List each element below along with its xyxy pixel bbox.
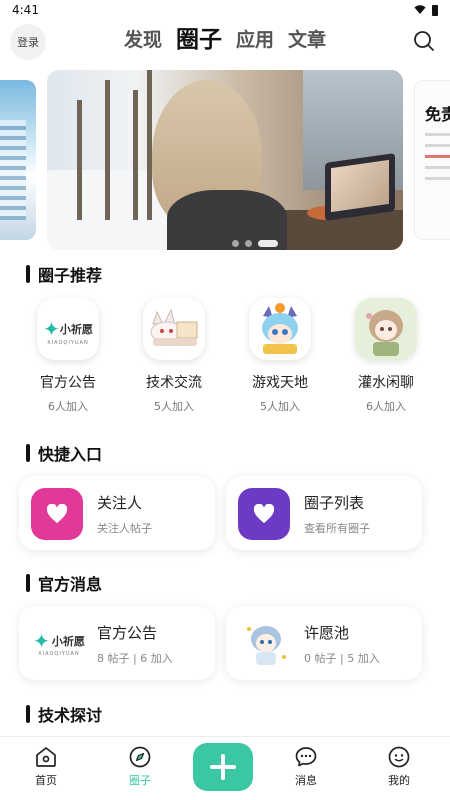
next-slide-title: 免责 [425, 105, 450, 124]
heart-icon [238, 488, 290, 540]
nav-label: 我的 [388, 774, 410, 787]
wifi-icon [414, 5, 426, 14]
add-post-button[interactable] [193, 743, 253, 791]
banner-next-slide[interactable]: 免责 [414, 80, 450, 240]
nav-label: 消息 [295, 774, 317, 787]
compass-icon [129, 746, 151, 768]
battery-icon [432, 4, 438, 16]
shortcut-card-following[interactable]: 关注人 关注人帖子 [19, 476, 215, 550]
card-subtitle: 关注人帖子 [97, 522, 152, 535]
app-screen: 4:41 登录 发现 圈子 应用 文章 免 圈子推荐 ✦ 小祈愿 XIAOQIY… [0, 0, 450, 800]
section-tech-header: 技术探讨 [26, 702, 102, 726]
circle-member-count: 6人加入 [366, 400, 406, 413]
home-icon [36, 747, 56, 767]
card-subtitle: 8 帖子 | 6 加入 [97, 652, 173, 665]
card-title: 官方公告 [97, 624, 158, 642]
profile-icon [388, 746, 410, 768]
nav-circles[interactable]: 圈子 [110, 745, 170, 788]
logo-subtext: XIAOQIYUAN [47, 340, 89, 346]
search-icon[interactable] [412, 29, 436, 53]
official-logo: ✦ 小祈愿 XIAOQIYUAN [31, 618, 87, 670]
section-title: 技术探讨 [38, 706, 103, 725]
card-title: 许愿池 [304, 624, 350, 642]
banner-carousel[interactable]: 免责 [0, 70, 450, 250]
circle-member-count: 5人加入 [260, 400, 300, 413]
anime-girl-avatar-icon [355, 298, 417, 360]
tab-apps[interactable]: 应用 [236, 26, 274, 54]
tab-articles[interactable]: 文章 [288, 26, 326, 54]
banner-prev-slide[interactable] [0, 80, 36, 240]
nav-messages[interactable]: 消息 [276, 745, 336, 788]
sparkle-icon: ✦ [43, 317, 60, 341]
logo-text: 小祈愿 [59, 323, 93, 336]
circle-name: 灌水闲聊 [358, 375, 414, 391]
bottom-nav-bar: 首页 圈子 消息 我的 [0, 736, 450, 800]
circle-name: 技术交流 [146, 375, 202, 391]
anime-chibi-avatar-icon [247, 626, 286, 665]
section-title: 官方消息 [38, 575, 103, 594]
section-title: 快捷入口 [38, 445, 103, 464]
pagination-dot-active [258, 240, 278, 247]
status-bar: 4:41 [0, 0, 450, 20]
section-bar [26, 265, 30, 283]
pagination-dot [245, 240, 252, 247]
section-title: 圈子推荐 [38, 266, 103, 285]
banner-image[interactable] [47, 70, 403, 250]
official-card-wish-pool[interactable]: 许愿池 0 帖子 | 5 加入 [226, 606, 422, 680]
wish-pool-avatar [238, 618, 294, 670]
card-subtitle: 查看所有圈子 [304, 522, 370, 535]
circle-avatar [143, 298, 205, 360]
circle-avatar: ✦ 小祈愿 XIAOQIYUAN [37, 298, 99, 360]
circle-avatar [249, 298, 311, 360]
section-recommend-header: 圈子推荐 [26, 262, 102, 286]
card-title: 关注人 [97, 494, 143, 512]
top-header: 登录 发现 圈子 应用 文章 [0, 20, 450, 64]
banner-pagination [232, 240, 278, 247]
circle-member-count: 6人加入 [48, 400, 88, 413]
circle-name: 官方公告 [40, 375, 96, 391]
pagination-dot [232, 240, 239, 247]
circle-item-official[interactable]: ✦ 小祈愿 XIAOQIYUAN 官方公告 6人加入 [15, 298, 121, 414]
circle-item-games[interactable]: 游戏天地 5人加入 [227, 298, 333, 414]
anime-fox-avatar-icon [150, 308, 198, 346]
circle-item-chat[interactable]: 灌水闲聊 6人加入 [333, 298, 439, 414]
nav-home[interactable]: 首页 [16, 745, 76, 788]
message-icon [295, 747, 317, 767]
section-bar [26, 574, 30, 592]
tab-discover[interactable]: 发现 [124, 26, 162, 54]
nav-label: 首页 [35, 774, 57, 787]
card-title: 圈子列表 [304, 494, 365, 512]
logo-subtext: XIAOQIYUAN [38, 651, 80, 657]
plus-icon [210, 754, 236, 780]
shortcut-card-circle-list[interactable]: 圈子列表 查看所有圈子 [226, 476, 422, 550]
status-time: 4:41 [12, 3, 39, 17]
nav-label: 圈子 [129, 774, 151, 787]
sparkle-icon: ✦ [33, 629, 50, 653]
section-bar [26, 705, 30, 723]
tab-circles[interactable]: 圈子 [176, 26, 222, 54]
top-tab-bar: 发现 圈子 应用 文章 [0, 26, 450, 54]
card-subtitle: 0 帖子 | 5 加入 [304, 652, 380, 665]
anime-cat-avatar-icon [262, 303, 298, 354]
nav-profile[interactable]: 我的 [369, 745, 429, 788]
circle-member-count: 5人加入 [154, 400, 194, 413]
heart-icon [31, 488, 83, 540]
circle-item-tech[interactable]: 技术交流 5人加入 [121, 298, 227, 414]
official-card-announcement[interactable]: ✦ 小祈愿 XIAOQIYUAN 官方公告 8 帖子 | 6 加入 [19, 606, 215, 680]
section-official-header: 官方消息 [26, 571, 102, 595]
logo-text: 小祈愿 [51, 635, 85, 648]
circle-name: 游戏天地 [252, 375, 308, 391]
section-shortcut-header: 快捷入口 [26, 441, 102, 465]
recommended-circles: ✦ 小祈愿 XIAOQIYUAN 官方公告 6人加入 技术交流 5人加入 游戏天… [0, 298, 450, 414]
status-icons [414, 4, 438, 16]
section-bar [26, 444, 30, 462]
circle-avatar [355, 298, 417, 360]
